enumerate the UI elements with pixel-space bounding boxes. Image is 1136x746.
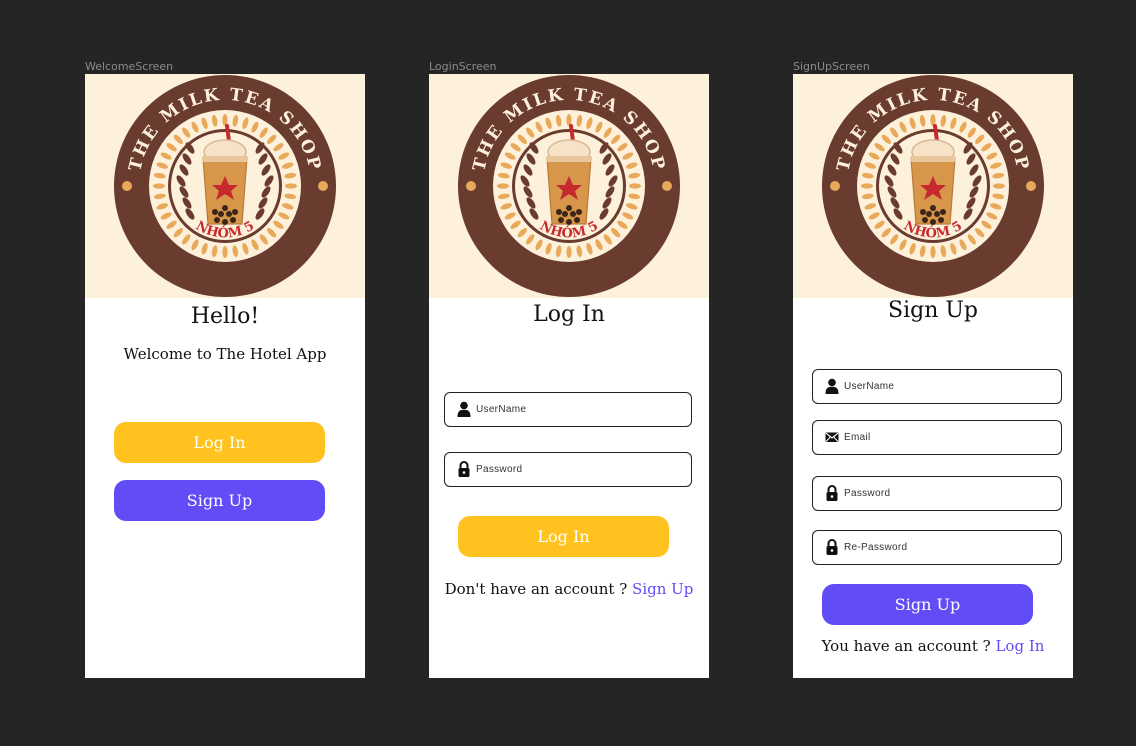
lock-icon — [458, 461, 470, 477]
logo-banner: THE MILK TEA SHOP NHÓM 5 — [85, 74, 365, 298]
login-screen: THE MILK TEA SHOP NHÓM 5 Log In UserName… — [429, 74, 709, 678]
username-placeholder: UserName — [476, 404, 527, 415]
signup-submit-button[interactable]: Sign Up — [822, 584, 1033, 625]
signup-button[interactable]: Sign Up — [114, 480, 325, 521]
login-prompt-text: You have an account ? — [821, 637, 991, 655]
frame-label-signup: SignUpScreen — [793, 60, 870, 73]
signup-password-placeholder: Password — [844, 488, 891, 499]
signup-screen: THE MILK TEA SHOP NHÓM 5 Sign Up UserNam… — [793, 74, 1073, 678]
signup-username-placeholder: UserName — [844, 381, 895, 392]
logo-banner: THE MILK TEA SHOP NHÓM 5 — [429, 74, 709, 298]
login-button[interactable]: Log In — [114, 422, 325, 463]
user-icon — [825, 378, 839, 394]
signup-prompt: Don't have an account ? Sign Up — [429, 580, 709, 598]
email-field[interactable]: Email — [812, 420, 1062, 455]
repassword-placeholder: Re-Password — [844, 542, 908, 553]
repassword-field[interactable]: Re-Password — [812, 530, 1062, 565]
login-prompt: You have an account ? Log In — [793, 637, 1073, 655]
milk-tea-logo-icon: THE MILK TEA SHOP NHÓM 5 — [822, 75, 1044, 297]
email-icon — [825, 432, 839, 442]
signup-password-field[interactable]: Password — [812, 476, 1062, 511]
welcome-title: Hello! — [190, 304, 260, 329]
lock-icon — [826, 539, 838, 555]
welcome-screen: THE MILK TEA SHOP NHÓM 5 Hello! Welcome … — [85, 74, 365, 678]
user-icon — [457, 401, 471, 417]
login-submit-button[interactable]: Log In — [458, 516, 669, 557]
email-placeholder: Email — [844, 432, 871, 443]
login-title: Log In — [533, 302, 605, 327]
milk-tea-logo-icon: THE MILK TEA SHOP NHÓM 5 — [114, 75, 336, 297]
welcome-subtitle: Welcome to The Hotel App — [123, 345, 327, 363]
frame-label-welcome: WelcomeScreen — [85, 60, 174, 73]
milk-tea-logo-icon: THE MILK TEA SHOP NHÓM 5 — [458, 75, 680, 297]
login-link[interactable]: Log In — [995, 637, 1044, 655]
signup-link[interactable]: Sign Up — [632, 580, 693, 598]
frame-label-login: LoginScreen — [429, 60, 497, 73]
password-field[interactable]: Password — [444, 452, 692, 487]
signup-username-field[interactable]: UserName — [812, 369, 1062, 404]
password-placeholder: Password — [476, 464, 523, 475]
logo-banner: THE MILK TEA SHOP NHÓM 5 — [793, 74, 1073, 298]
signup-prompt-text: Don't have an account ? — [444, 580, 628, 598]
signup-title: Sign Up — [888, 298, 978, 323]
lock-icon — [826, 485, 838, 501]
username-field[interactable]: UserName — [444, 392, 692, 427]
